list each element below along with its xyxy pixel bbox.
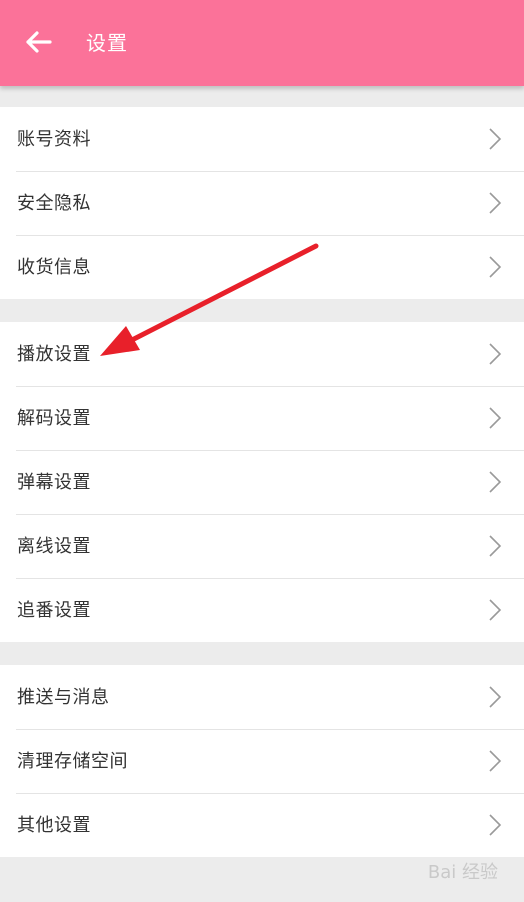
settings-item-danmaku[interactable]: 弹幕设置 [0,450,524,514]
chevron-right-icon [489,535,502,557]
chevron-right-icon [489,128,502,150]
settings-item-account-profile[interactable]: 账号资料 [0,107,524,171]
chevron-right-icon [489,343,502,365]
chevron-right-icon [489,750,502,772]
app-bar: 设置 [0,0,524,86]
back-button[interactable] [14,20,62,64]
settings-item-push-messages[interactable]: 推送与消息 [0,665,524,729]
settings-group-account: 账号资料 安全隐私 收货信息 [0,107,524,299]
settings-item-other[interactable]: 其他设置 [0,793,524,857]
arrow-left-icon [26,31,52,53]
settings-item-label: 账号资料 [17,129,91,150]
settings-item-label: 播放设置 [17,344,91,365]
settings-item-label: 清理存储空间 [17,751,128,772]
settings-item-security-privacy[interactable]: 安全隐私 [0,171,524,235]
chevron-right-icon [489,256,502,278]
settings-item-shipping-info[interactable]: 收货信息 [0,235,524,299]
settings-item-label: 其他设置 [17,815,91,836]
settings-item-playback[interactable]: 播放设置 [0,322,524,386]
chevron-right-icon [489,407,502,429]
settings-item-offline[interactable]: 离线设置 [0,514,524,578]
chevron-right-icon [489,599,502,621]
chevron-right-icon [489,192,502,214]
chevron-right-icon [489,814,502,836]
chevron-right-icon [489,686,502,708]
settings-group-playback: 播放设置 解码设置 弹幕设置 离线设置 追番设置 [0,322,524,642]
settings-item-label: 追番设置 [17,600,91,621]
settings-item-follow-anime[interactable]: 追番设置 [0,578,524,642]
settings-item-label: 收货信息 [17,257,91,278]
settings-item-clear-storage[interactable]: 清理存储空间 [0,729,524,793]
page-title: 设置 [86,31,128,55]
settings-list: 账号资料 安全隐私 收货信息 播放设置 解码设置 弹幕设置 离线设置 追番设置 … [0,86,524,857]
watermark: Bai 经验 [427,862,498,883]
settings-item-label: 弹幕设置 [17,472,91,493]
settings-item-decoding[interactable]: 解码设置 [0,386,524,450]
settings-item-label: 离线设置 [17,536,91,557]
chevron-right-icon [489,471,502,493]
settings-item-label: 解码设置 [17,408,91,429]
settings-item-label: 安全隐私 [17,193,91,214]
settings-item-label: 推送与消息 [17,687,110,708]
settings-group-other: 推送与消息 清理存储空间 其他设置 [0,665,524,857]
